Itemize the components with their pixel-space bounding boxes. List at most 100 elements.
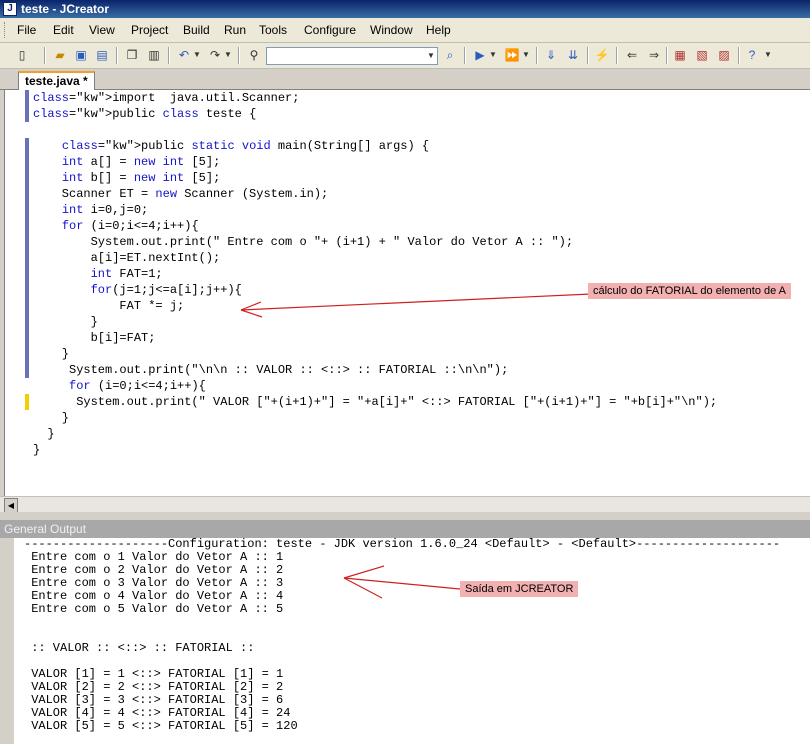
menu-grip[interactable] [4,22,8,38]
find-combo-input[interactable]: ▼ [266,47,438,65]
output-line: :: VALOR :: <::> :: FATORIAL :: [24,641,255,655]
toolbar: ▯ ▰ ▣ ▤ ❐ ▥ ↶ ▼ ↷ ▼ ⚲ ▼ ⌕ ▶ ▼ ⏩ ▼ ⇓ ⇊ ⚡ … [0,43,810,69]
menu-window[interactable]: Window [370,23,413,37]
code-line: System.out.print("\n\n :: VALOR :: <::> … [33,363,509,377]
window-title: teste - JCreator [21,2,110,16]
project-icon[interactable]: ▧ [694,47,710,63]
output-line: --------------------Configuration: teste… [24,537,781,551]
output-line: Entre com o 4 Valor do Vetor A :: 4 [24,589,284,603]
code-editor[interactable]: class="kw">import java.util.Scanner; cla… [4,90,810,496]
code-line: class="kw">import java.util.Scanner; [33,91,300,105]
tools-icon[interactable]: ▨ [716,47,732,63]
general-output-pane[interactable]: --------------------Configuration: teste… [0,538,810,744]
menu-view[interactable]: View [89,23,115,37]
copy-icon[interactable]: ❐ [124,47,140,63]
code-line: System.out.print(" VALOR ["+(i+1)+"] = "… [33,395,718,409]
code-line: for (i=0;i<=4;i++){ [61,219,199,233]
redo-dropdown-icon[interactable]: ▼ [224,47,232,63]
toolbar-separator [616,47,618,64]
menu-project[interactable]: Project [131,23,168,37]
run-dropdown-icon[interactable]: ▼ [489,47,497,63]
toolbar-separator [168,47,170,64]
code-line: Scanner ET = new Scanner (System.in); [33,187,329,201]
compile-file-icon[interactable]: ⇓ [543,47,559,63]
title-bar: J teste - JCreator [0,0,810,18]
find-in-files-icon[interactable]: ⌕ [442,47,458,63]
menu-file[interactable]: File [17,23,36,37]
code-line: class="kw">public static void main(Strin… [61,139,430,153]
code-line: b[i]=FAT; [33,331,156,345]
debug-icon[interactable]: ⚡ [594,47,610,63]
jcreator-app-icon[interactable]: J [3,2,17,16]
menu-tools[interactable]: Tools [259,23,287,37]
code-line: int a[] = new int [5]; [61,155,221,169]
change-marker [25,394,29,410]
toolbar-separator [738,47,740,64]
help-icon[interactable]: ? [744,47,760,63]
code-line: } [33,443,41,457]
output-line: VALOR [4] = 4 <::> FATORIAL [4] = 24 [24,706,291,720]
code-line: a[i]=ET.nextInt(); [33,251,221,265]
code-line: int b[] = new int [5]; [61,171,221,185]
toolbar-separator [44,47,46,64]
editor-horizontal-scrollbar[interactable]: ◀ [0,496,810,514]
change-marker [25,154,29,202]
output-line: Entre com o 2 Valor do Vetor A :: 2 [24,563,284,577]
output-pane-title: General Output [4,522,87,536]
output-line: Entre com o 1 Valor do Vetor A :: 1 [24,550,284,564]
change-marker [25,90,29,122]
output-annotation-label: Saída em JCREATOR [460,581,579,597]
output-line: VALOR [1] = 1 <::> FATORIAL [1] = 1 [24,667,284,681]
menu-configure[interactable]: Configure [304,23,356,37]
open-icon[interactable]: ▰ [52,47,68,63]
save-all-icon[interactable]: ▤ [94,47,110,63]
back-icon[interactable]: ⇐ [624,47,640,63]
forward-icon[interactable]: ⇒ [646,47,662,63]
compile-project-icon[interactable]: ⇊ [565,47,581,63]
code-line: } [33,315,98,329]
toolbar-separator [536,47,538,64]
undo-icon[interactable]: ↶ [176,47,192,63]
output-line: VALOR [5] = 5 <::> FATORIAL [5] = 120 [24,719,298,733]
run-project-icon[interactable]: ⏩ [504,47,520,63]
code-line: int FAT=1; [90,267,163,281]
code-line: FAT *= j; [33,299,185,313]
run-icon[interactable]: ▶ [472,47,488,63]
menu-bar: File Edit View Project Build Run Tools C… [0,18,810,43]
menu-edit[interactable]: Edit [53,23,74,37]
editor-gutter [5,90,21,496]
toolbar-separator [587,47,589,64]
window-icon[interactable]: ▦ [672,47,688,63]
code-line: } [33,427,55,441]
menu-help[interactable]: Help [426,23,451,37]
code-annotation-label: cálculo do FATORIAL do elemento de A [588,283,792,299]
code-line: System.out.print(" Entre com o "+ (i+1) … [33,235,574,249]
output-line: VALOR [2] = 2 <::> FATORIAL [2] = 2 [24,680,284,694]
source-code[interactable]: class="kw">import java.util.Scanner; cla… [33,90,717,458]
save-icon[interactable]: ▣ [73,47,89,63]
menu-build[interactable]: Build [183,23,210,37]
output-line: VALOR [3] = 3 <::> FATORIAL [3] = 6 [24,693,284,707]
menu-run[interactable]: Run [224,23,246,37]
output-line: Entre com o 3 Valor do Vetor A :: 3 [24,576,284,590]
toolbar-overflow-icon[interactable]: ▼ [764,47,772,63]
code-line: for(j=1;j<=a[i];j++){ [90,283,242,297]
output-line: Entre com o 5 Valor do Vetor A :: 5 [24,602,284,616]
find-icon[interactable]: ⚲ [246,47,262,63]
redo-icon[interactable]: ↷ [207,47,223,63]
change-marker [25,138,29,154]
run-project-dropdown-icon[interactable]: ▼ [522,47,530,63]
toolbar-separator [464,47,466,64]
new-file-icon[interactable]: ▯ [14,47,30,63]
toolbar-separator [238,47,240,64]
chevron-down-icon[interactable]: ▼ [425,48,437,64]
pane-splitter[interactable] [0,512,810,520]
code-line: int i=0,j=0; [61,203,149,217]
undo-dropdown-icon[interactable]: ▼ [193,47,201,63]
output-pane-header: General Output [0,520,810,538]
document-tab-strip: teste.java * [0,69,810,91]
code-line: for (i=0;i<=4;i++){ [69,379,206,393]
paste-icon[interactable]: ▥ [146,47,162,63]
toolbar-separator [116,47,118,64]
tab-teste-java[interactable]: teste.java * [18,71,95,91]
